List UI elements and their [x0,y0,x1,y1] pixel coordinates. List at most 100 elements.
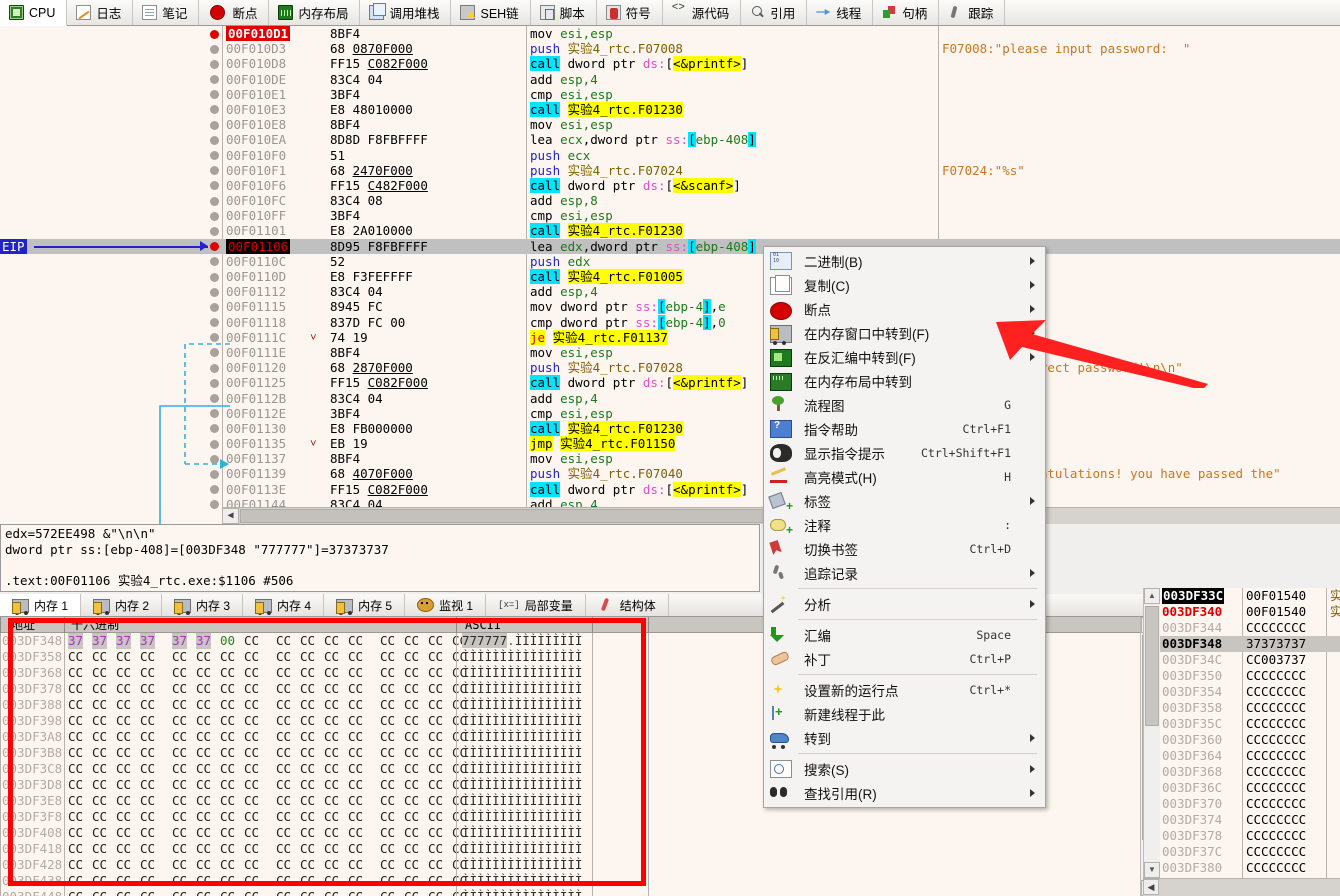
menu-item-copy[interactable]: 复制(C) [764,273,1045,297]
disasm-row[interactable]: 00F01120 68 2870F000 push 实验4_rtc.F07028 F0… [0,360,1340,375]
disasm-row[interactable]: 00F010E3 E8 48010000 call 实验4_rtc.F01230 [0,101,1340,117]
disasm-row[interactable]: 00F01115 8945 FC mov dword ptr ss:[ebp-4],… [0,299,1340,315]
menu-item-help[interactable]: 指令帮助 Ctrl+F1 [764,417,1045,441]
tab-调用堆栈[interactable]: 调用堆栈 [360,0,452,25]
breakpoint-dot-icon[interactable] [210,500,219,510]
tab-内存布局[interactable]: 内存布局 [269,0,361,25]
disasm-row[interactable]: 00F01125 FF15 C082F000 call dword ptr ds:[… [0,375,1340,391]
stack-hscrollbar[interactable]: ◀ [1143,878,1340,896]
breakpoint-dot-icon[interactable] [210,75,219,85]
dump-col-address[interactable]: 地址 [8,617,35,633]
stack-row[interactable]: 003DF37C CCCCCCCC [1160,844,1340,860]
stack-row[interactable]: 003DF340 00F01540 实验 [1160,604,1340,620]
tab-句柄[interactable]: 句柄 [873,0,940,25]
stack-row[interactable]: 003DF374 CCCCCCCC [1160,812,1340,828]
disasm-row[interactable]: 00F0111C ˅ 74 19 je 实验4_rtc.F01137 [0,329,1340,345]
disasm-row[interactable]: 00F01137 8BF4 mov esi,esp [0,451,1340,466]
disasm-row[interactable]: 00F010E8 8BF4 mov esi,esp [0,117,1340,132]
menu-item-label[interactable]: 标签 [764,489,1045,513]
menu-item-bookmark[interactable]: 切换书签 Ctrl+D [764,537,1045,561]
dump-row[interactable]: 003DF428 CC CC CC CC CC CC CC CC CC CC CC CC CC CC CC CC… [0,857,1140,873]
stack-row[interactable]: 003DF354 CCCCCCCC [1160,684,1340,700]
stack-row[interactable]: 003DF364 CCCCCCCC [1160,748,1340,764]
breakpoint-dot-icon[interactable] [210,469,219,479]
stack-row[interactable]: 003DF344 CCCCCCCC [1160,620,1340,636]
disasm-row[interactable]: 00F010FF 3BF4 cmp esi,esp [0,208,1340,223]
dump-row[interactable]: 003DF438 CC CC CC CC CC CC CC CC CC CC CC CC CC CC CC CC… [0,873,1140,889]
breakpoint-dot-icon[interactable] [210,409,219,419]
dump-tab-内存-2[interactable]: 内存 2 [81,594,163,616]
menu-item-binary[interactable]: 二进制(B) [764,249,1045,273]
dump-col-ascii[interactable]: ASCII [462,617,501,633]
disasm-row[interactable]: 00F010EA 8D8D F8FBFFFF lea ecx,dword ptr s… [0,132,1340,148]
dump-tab-内存-4[interactable]: 内存 4 [243,594,325,616]
disasm-row[interactable]: 00F01112 83C4 04 add esp,4 [0,284,1340,299]
breakpoint-dot-icon[interactable] [210,90,219,100]
disasm-row[interactable]: 00F0110D E8 F3FEFFFF call 实验4_rtc.F01005 [0,269,1340,284]
menu-item-assemble[interactable]: 汇编 Space [764,623,1045,647]
breakpoint-dot-icon[interactable] [210,29,219,39]
menu-item-follow-in-disasm[interactable]: 在反汇编中转到(F) [764,345,1045,369]
breakpoint-dot-icon[interactable] [210,196,219,206]
breakpoint-dot-icon[interactable] [210,378,219,388]
breakpoint-dot-icon[interactable] [210,485,219,495]
menu-item-follow-in-memory-map[interactable]: 在内存布局中转到 [764,369,1045,393]
disasm-row[interactable]: 00F010D8 FF15 C082F000 call dword ptr ds:[… [0,56,1340,72]
breakpoint-dot-icon[interactable] [210,454,219,464]
stack-scroll-left-icon[interactable]: ◀ [1143,879,1159,895]
disasm-row[interactable]: 00F010D3 68 0870F000 push 实验4_rtc.F07008 F0… [0,41,1340,56]
breakpoint-dot-icon[interactable] [210,287,219,297]
disasm-row[interactable]: 00F010F6 FF15 C482F000 call dword ptr ds:[… [0,177,1340,193]
stack-row[interactable]: 003DF35C CCCCCCCC [1160,716,1340,732]
breakpoint-dot-icon[interactable] [210,120,219,130]
menu-item-tips[interactable]: 显示指令提示 Ctrl+Shift+F1 [764,441,1045,465]
disasm-row[interactable]: 00F01135 ˅ EB 19 jmp 实验4_rtc.F01150 [0,436,1340,452]
menu-item-goto[interactable]: 转到 [764,726,1045,750]
dump-tab-内存-1[interactable]: 内存 1 [0,594,82,616]
disasm-row[interactable]: 00F01118 837D FC 00 cmp dword ptr ss:[ebp-… [0,314,1340,330]
stack-row[interactable]: 003DF370 CCCCCCCC [1160,796,1340,812]
disasm-row[interactable]: 00F0112E 3BF4 cmp esi,esp [0,406,1340,421]
scroll-left-icon[interactable]: ◀ [222,508,239,524]
tab-断点[interactable]: 断点 [199,0,270,25]
menu-item-find-references[interactable]: 查找引用(R) [764,781,1045,805]
disasm-row[interactable]: 00F0111E 8BF4 mov esi,esp [0,345,1340,360]
menu-item-graph[interactable]: 流程图 G [764,393,1045,417]
disasm-row[interactable]: 00F010D1 8BF4 mov esi,esp [0,26,1340,42]
dump-tab-结构体[interactable]: 结构体 [585,594,669,616]
breakpoint-dot-icon[interactable] [210,333,219,343]
menu-item-create-thread[interactable]: 新建线程于此 [764,702,1045,726]
tab-源代码[interactable]: 源代码 [662,0,742,25]
stack-row[interactable]: 003DF36C CCCCCCCC [1160,780,1340,796]
breakpoint-dot-icon[interactable] [210,424,219,434]
tab-线程[interactable]: 线程 [807,0,874,25]
stack-row[interactable]: 003DF358 CCCCCCCC [1160,700,1340,716]
stack-row[interactable]: 003DF350 CCCCCCCC [1160,668,1340,684]
dump-row[interactable]: 003DF3F8 CC CC CC CC CC CC CC CC CC CC CC CC CC CC CC CC… [0,809,1140,825]
stack-panel[interactable]: 003DF33C00F01540实验003DF34000F01540实验003D… [1160,588,1340,896]
tab-笔记[interactable]: 笔记 [133,0,200,25]
disasm-row[interactable]: 00F01139 68 4070F000 push 实验4_rtc.F07040 F0… [0,466,1340,481]
tab-引用[interactable]: 引用 [741,0,808,25]
dump-tab-内存-3[interactable]: 内存 3 [162,594,244,616]
dump-tab-内存-5[interactable]: 内存 5 [324,594,406,616]
disasm-row[interactable]: 00F0112B 83C4 04 add esp,4 [0,391,1340,406]
dump-row[interactable]: 003DF448CCCCCCCCCCCCCCCCCCCCCCCCCCCCCCCC… [0,889,1140,896]
disasm-row[interactable]: 00F01101 E8 2A010000 call 实验4_rtc.F01230 [0,223,1340,239]
dump-tab-局部变量[interactable]: [x=] 局部变量 [486,594,586,616]
breakpoint-dot-icon[interactable] [210,348,219,358]
stack-row[interactable]: 003DF380 CCCCCCCC [1160,860,1340,876]
breakpoint-dot-icon[interactable] [210,226,219,236]
breakpoint-dot-icon[interactable] [210,181,219,191]
disassembly-panel[interactable]: 00F010D1 8BF4 mov esi,esp 00F010D3 68 0870F0… [0,26,1340,524]
dump-col-hex[interactable]: 十六进制 [68,617,119,633]
tab-日志[interactable]: 日志 [67,0,134,25]
breakpoint-dot-icon[interactable] [210,44,219,54]
breakpoint-dot-icon[interactable] [210,363,219,373]
stack-row[interactable]: 003DF33C 00F01540 实验 [1160,588,1340,604]
menu-item-patch[interactable]: 补丁 Ctrl+P [764,647,1045,671]
disasm-row[interactable]: 00F01130 E8 FB000000 call 实验4_rtc.F01230 [0,420,1340,436]
stack-row[interactable]: 003DF360 CCCCCCCC [1160,732,1340,748]
breakpoint-dot-icon[interactable] [210,211,219,221]
tab-跟踪[interactable]: 跟踪 [939,0,1006,25]
